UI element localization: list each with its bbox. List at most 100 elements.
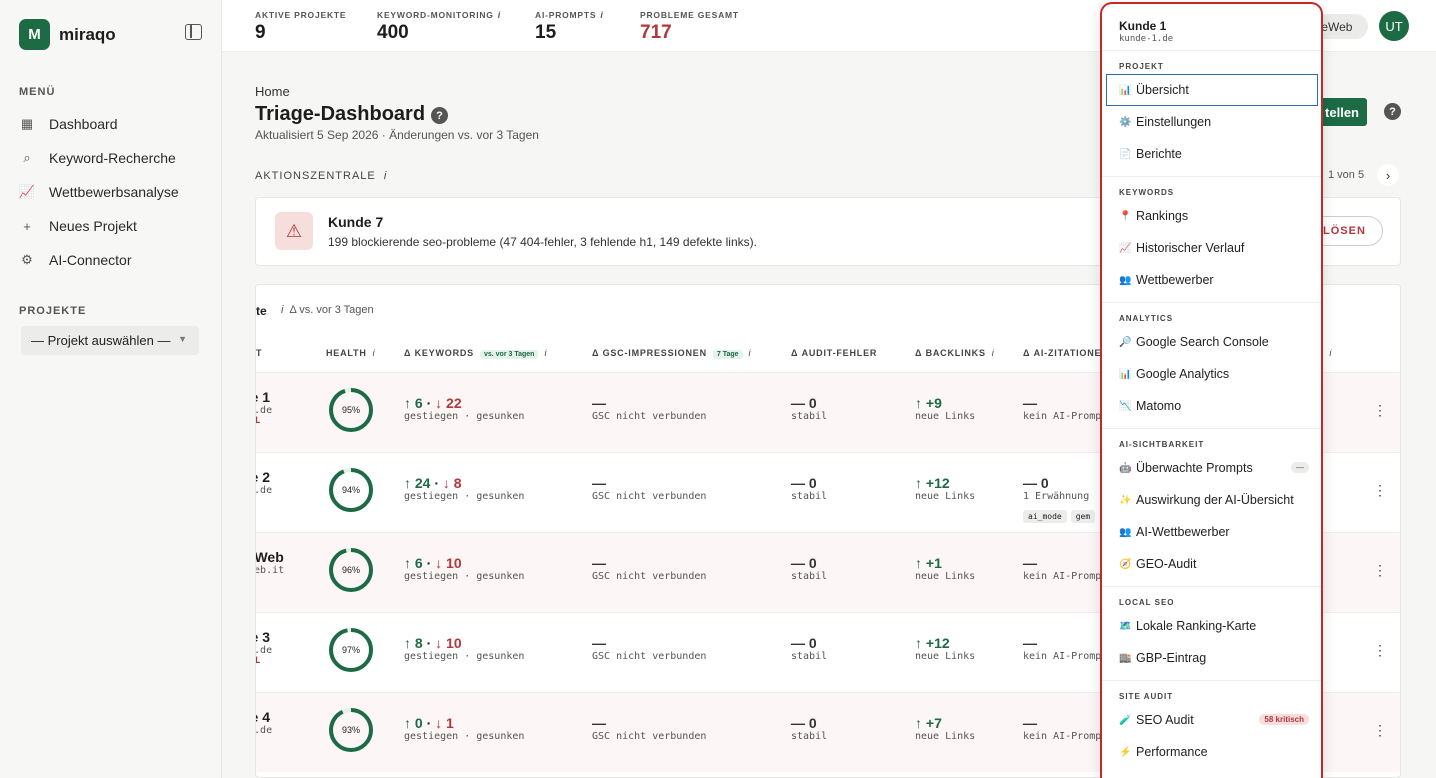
backlinks-cell: ↑ +12 neue Links [915, 475, 975, 502]
keywords-delta: ↑ 6 · ↓ 10 [404, 555, 524, 571]
stat-value: 717 [640, 22, 672, 43]
keywords-cell: ↑ 0 · ↓ 1 gestiegen · gesunken [404, 715, 524, 742]
project-select[interactable]: — Projekt auswählen — ▼ [21, 326, 199, 355]
sidebar-item-keyword-recherche[interactable]: ⌕ Keyword-Recherche [19, 145, 209, 171]
menu-item-historischer-verlauf[interactable]: 📈 Historischer Verlauf [1119, 236, 1309, 260]
menu-item-einstellungen[interactable]: ⚙️ Einstellungen [1119, 110, 1309, 134]
sidebar-item-ai-connector[interactable]: ⚙ AI-Connector [19, 247, 209, 273]
sidebar-item-neues-projekt[interactable]: + Neues Projekt [19, 213, 209, 239]
project-flag: Y [256, 576, 284, 586]
menu-item-auswirkung-der-ai-bersicht[interactable]: ✨ Auswirkung der AI-Übersicht [1119, 488, 1309, 512]
health-value: 93% [342, 725, 360, 735]
backlinks-cell: ↑ +1 neue Links [915, 555, 975, 582]
keywords-delta: ↑ 24 · ↓ 8 [404, 475, 524, 491]
sidebar-item-dashboard[interactable]: ▦ Dashboard [19, 111, 209, 137]
menu-item-wettbewerber[interactable]: 👥 Wettbewerber [1119, 268, 1309, 292]
ai-value: — [1023, 395, 1037, 411]
more-vertical-icon[interactable]: ⋮ [1373, 642, 1387, 659]
gsc-cell: — GSC nicht verbunden [592, 475, 706, 502]
menu-item-label: Historischer Verlauf [1136, 241, 1245, 255]
menu-item-label: Rankings [1136, 209, 1189, 223]
backlinks-sub: neue Links [915, 651, 976, 662]
menu-divider [1102, 586, 1321, 587]
more-vertical-icon[interactable]: ⋮ [1373, 562, 1387, 579]
separator: · [422, 555, 436, 571]
menu-item-topical-cluster[interactable]: 🕸️Topical Cluster [1119, 772, 1309, 778]
project-name[interactable]: de 3 [256, 629, 272, 645]
sidebar: M miraqo MENÜ ▦ Dashboard ⌕ Keyword-Rech… [0, 0, 222, 778]
menu-item-berwachte-prompts[interactable]: 🤖 Überwachte Prompts — [1119, 456, 1309, 480]
help-icon[interactable]: ? [431, 107, 448, 124]
col-project[interactable]: T [256, 348, 262, 358]
menu-item-bersicht[interactable]: 📊 Übersicht [1106, 74, 1318, 106]
more-vertical-icon[interactable]: ⋮ [1373, 722, 1387, 739]
keywords-sub: gestiegen · gesunken [404, 411, 525, 422]
gsc-cell: — GSC nicht verbunden [592, 715, 706, 742]
menu-item-geo-audit[interactable]: 🧭 GEO-Audit [1119, 552, 1309, 576]
col-backlinks[interactable]: Δ BACKLINKS i [915, 348, 995, 358]
menu-item-icon: 📈 [1119, 242, 1132, 254]
table-subtitle: iΔ vs. vor 3 Tagen [281, 304, 374, 316]
menu-item-seo-audit[interactable]: 🧪 SEO Audit 58 kritisch [1119, 708, 1309, 732]
health-value: 95% [342, 405, 360, 415]
avatar[interactable]: UT [1379, 11, 1409, 41]
ai-sub: kein AI-Prompt [1023, 731, 1108, 742]
menu-item-gbp-eintrag[interactable]: 🏬 GBP-Eintrag [1119, 646, 1309, 670]
menu-item-icon: ✨ [1119, 494, 1132, 506]
project-name[interactable]: de 4 [256, 709, 272, 725]
menu-item-label: SEO Audit [1136, 713, 1194, 727]
project-name[interactable]: de 1 [256, 389, 272, 405]
col-health[interactable]: HEALTH i [326, 348, 375, 358]
gsc-cell: — GSC nicht verbunden [592, 635, 706, 662]
col-keywords[interactable]: Δ KEYWORDS vs. vor 3 Tagen i [404, 348, 547, 359]
more-vertical-icon[interactable]: ⋮ [1373, 402, 1387, 419]
col-ai[interactable]: Δ AI-ZITATIONE [1023, 348, 1101, 358]
menu-item-performance[interactable]: ⚡ Performance [1119, 740, 1309, 764]
menu-item-matomo[interactable]: 📉 Matomo [1119, 394, 1309, 418]
col-audit[interactable]: Δ AUDIT-FEHLER [791, 348, 877, 358]
col-gsc[interactable]: Δ GSC-IMPRESSIONEN 7 Tage i [592, 348, 751, 359]
ai-cell: — kein AI-Prompt [1023, 715, 1107, 742]
keywords-sub: gestiegen · gesunken [404, 731, 525, 742]
help-icon[interactable]: ? [1384, 103, 1401, 120]
menu-item-icon: 📊 [1119, 84, 1132, 96]
menu-item-icon: 🔎 [1119, 336, 1132, 348]
menu-item-badge: — [1291, 462, 1309, 473]
menu-item-ai-wettbewerber[interactable]: 👥 AI-Wettbewerber [1119, 520, 1309, 544]
menu-item-lokale-ranking-karte[interactable]: 🗺️ Lokale Ranking-Karte [1119, 614, 1309, 638]
project-name[interactable]: teWeb [256, 549, 284, 565]
menu-item-berichte[interactable]: 📄 Berichte [1119, 142, 1309, 166]
backlinks-value: ↑ +7 [915, 715, 942, 731]
robot-icon: ⚙ [21, 252, 33, 267]
backlinks-sub: neue Links [915, 571, 976, 582]
alert-text: 199 blockierende seo-probleme (47 404-fe… [328, 235, 757, 249]
keywords-sub: gestiegen · gesunken [404, 651, 525, 662]
breadcrumb[interactable]: Home [255, 84, 290, 99]
sidebar-item-label: Neues Projekt [49, 218, 137, 234]
audit-cell: — 0 stabil [791, 395, 827, 422]
menu-item-label: Performance [1136, 745, 1208, 759]
menu-item-google-search-console[interactable]: 🔎 Google Search Console [1119, 330, 1309, 354]
audit-sub: stabil [791, 491, 828, 502]
sidebar-item-wettbewerbsanalyse[interactable]: 📈 Wettbewerbsanalyse [19, 179, 209, 205]
logo-icon: M [19, 19, 50, 50]
sidebar-toggle-icon[interactable] [185, 24, 202, 40]
keywords-down: ↓ 1 [435, 715, 454, 731]
audit-value: — 0 [791, 715, 817, 731]
audit-sub: stabil [791, 571, 828, 582]
menu-section-label: SITE AUDIT [1119, 692, 1174, 701]
gsc-sub: GSC nicht verbunden [592, 411, 707, 422]
more-vertical-icon[interactable]: ⋮ [1373, 482, 1387, 499]
keywords-up: ↑ 24 [404, 475, 431, 491]
info-icon[interactable]: i [600, 10, 603, 20]
menu-item-google-analytics[interactable]: 📊 Google Analytics [1119, 362, 1309, 386]
info-icon[interactable]: i [498, 10, 501, 20]
menu-item-rankings[interactable]: 📍 Rankings [1119, 204, 1309, 228]
menu-divider [1102, 428, 1321, 429]
chevron-right-icon[interactable]: › [1377, 164, 1399, 186]
backlinks-sub: neue Links [915, 411, 976, 422]
project-name[interactable]: de 2 [256, 469, 272, 485]
menu-section-label: ANALYTICS [1119, 314, 1174, 323]
ai-sub: kein AI-Prompt [1023, 411, 1108, 422]
keywords-up: ↑ 0 [404, 715, 423, 731]
